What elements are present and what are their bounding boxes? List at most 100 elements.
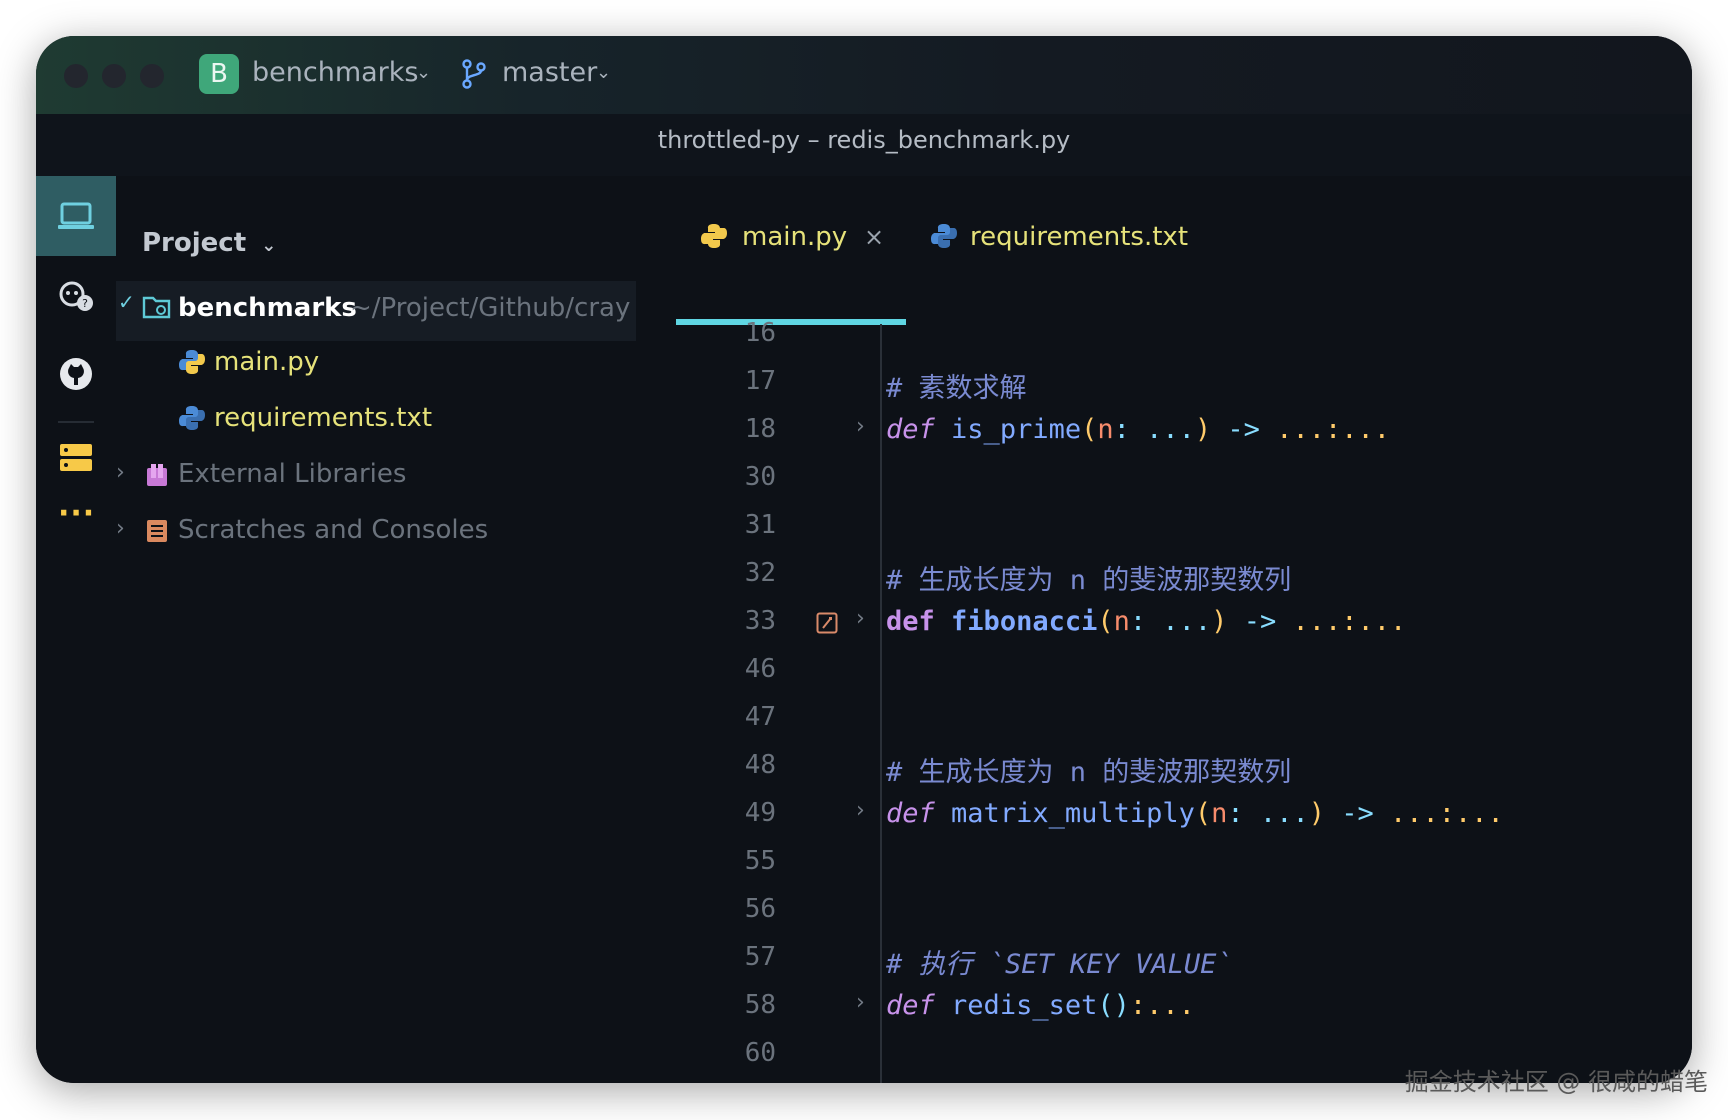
requirements-file-icon <box>179 406 205 430</box>
code-function-name: is_prime <box>951 414 1082 445</box>
line-number: 32 <box>744 558 776 588</box>
tree-item-label: Scratches and Consoles <box>178 515 489 545</box>
chevron-right-icon[interactable]: › <box>116 460 125 485</box>
python-icon <box>179 350 205 374</box>
line-number: 57 <box>744 942 776 972</box>
code-line-17[interactable]: # 素数求解 <box>886 366 1027 405</box>
line-number: 16 <box>744 318 776 348</box>
chevron-down-icon: ⌄ <box>261 235 277 256</box>
code-keyword: def <box>886 990 935 1021</box>
code-ellipsis: :... <box>1129 990 1195 1021</box>
project-badge[interactable]: B <box>199 54 239 94</box>
chevron-down-icon[interactable]: ⌄ <box>416 62 431 83</box>
fold-expand-icon[interactable]: › <box>856 798 865 823</box>
code-comment: # 生成长度为 n 的斐波那契数列 <box>886 565 1292 596</box>
python-icon <box>701 224 727 248</box>
code-line-57[interactable]: # 执行 `SET KEY VALUE` <box>886 942 1233 981</box>
tree-item-main-py[interactable]: main.py <box>176 336 616 392</box>
project-view-button[interactable] <box>36 176 116 256</box>
branch-switcher[interactable]: master <box>502 56 597 90</box>
folder-icon <box>142 296 171 319</box>
activity-bar: ? ··· <box>36 176 116 1083</box>
code-line-49[interactable]: def matrix_multiply(n: ...) -> ...:... <box>886 798 1504 829</box>
line-number: 55 <box>744 846 776 876</box>
code-ellipsis: ...:... <box>1276 414 1390 445</box>
requirements-file-icon <box>931 224 957 248</box>
laptop-icon <box>58 202 94 229</box>
code-arrow: -> <box>1211 414 1277 445</box>
chevron-right-icon[interactable]: › <box>116 516 125 541</box>
code-comment: # 执行 `SET KEY VALUE` <box>886 949 1233 980</box>
code-line-48[interactable]: # 生成长度为 n 的斐波那契数列 <box>886 750 1291 789</box>
chevron-down-icon[interactable]: ⌄ <box>596 62 611 83</box>
panel-title-label: Project <box>142 228 247 258</box>
code-comment: # 生成长度为 n 的斐波那契数列 <box>886 757 1292 788</box>
code-arrow: -> <box>1324 798 1390 829</box>
code-param: n <box>1097 414 1114 445</box>
gutter-separator <box>880 324 882 1083</box>
close-tab-icon[interactable]: × <box>864 220 884 254</box>
line-number: 18 <box>744 414 776 444</box>
line-number: 30 <box>744 462 776 492</box>
code-line-58[interactable]: def redis_set():... <box>886 990 1195 1021</box>
tab-label: main.py <box>742 222 848 252</box>
activity-divider <box>58 421 94 423</box>
code-function-name: fibonacci <box>951 606 1098 637</box>
fold-expand-icon[interactable]: › <box>856 414 865 439</box>
tree-item-external-libraries[interactable]: › External Libraries <box>116 448 616 504</box>
ide-window: B benchmarks ⌄ master ⌄ throttled-py – r… <box>36 36 1692 1083</box>
code-param: n <box>1211 798 1228 829</box>
code-editor: main.py × requirements.txt 16 17 18 30 3… <box>676 176 1692 1083</box>
line-number: 49 <box>744 798 776 828</box>
git-branch-icon <box>462 59 486 89</box>
project-switcher[interactable]: benchmarks <box>252 56 418 90</box>
code-function-name: redis_set <box>951 990 1098 1021</box>
code-punct: : ... <box>1227 798 1309 829</box>
line-number: 33 <box>744 606 776 636</box>
line-number: 47 <box>744 702 776 732</box>
panel-title[interactable]: Project ⌄ <box>142 228 276 258</box>
active-tab-indicator <box>676 319 906 325</box>
bookmark-icon[interactable] <box>816 612 838 634</box>
tab-requirements[interactable]: requirements.txt <box>906 206 1206 324</box>
code-function-name: matrix_multiply <box>951 798 1195 829</box>
more-icon[interactable]: ··· <box>58 496 95 531</box>
code-keyword: def <box>886 798 935 829</box>
code-line-18[interactable]: def is_prime(n: ...) -> ...:... <box>886 414 1390 445</box>
tree-item-label: main.py <box>214 347 320 377</box>
tree-root-path: ~/Project/Github/cray <box>350 293 631 323</box>
tab-main-py[interactable]: main.py × <box>676 206 906 324</box>
line-number: 31 <box>744 510 776 540</box>
minimize-window-button[interactable] <box>102 64 126 88</box>
line-number: 17 <box>744 366 776 396</box>
expanded-check-icon[interactable]: ✓ <box>118 290 135 314</box>
tree-item-scratches[interactable]: › Scratches and Consoles <box>116 504 616 560</box>
scratches-icon <box>147 520 167 542</box>
code-keyword: def <box>886 414 935 445</box>
code-comment: # 素数求解 <box>886 373 1027 404</box>
fold-expand-icon[interactable]: › <box>856 990 865 1015</box>
code-arrow: -> <box>1227 606 1293 637</box>
window-subtitle-bar: throttled-py – redis_benchmark.py <box>36 114 1692 176</box>
fold-expand-icon[interactable]: › <box>856 606 865 631</box>
code-ellipsis: ...:... <box>1390 798 1504 829</box>
window-subtitle: throttled-py – redis_benchmark.py <box>657 126 1071 154</box>
code-punct: : ... <box>1113 414 1195 445</box>
code-line-33[interactable]: def fibonacci(n: ...) -> ...:... <box>886 606 1406 637</box>
line-number: 58 <box>744 990 776 1020</box>
tree-item-label: requirements.txt <box>214 403 433 433</box>
code-keyword: def <box>886 606 935 637</box>
database-icon[interactable] <box>56 438 96 478</box>
title-bar: B benchmarks ⌄ master ⌄ <box>36 36 1692 114</box>
tree-item-label: External Libraries <box>178 459 407 489</box>
maximize-window-button[interactable] <box>140 64 164 88</box>
github-icon[interactable] <box>56 354 96 394</box>
tree-root-name: benchmarks <box>178 293 357 323</box>
code-line-32[interactable]: # 生成长度为 n 的斐波那契数列 <box>886 558 1291 597</box>
close-window-button[interactable] <box>64 64 88 88</box>
tab-label: requirements.txt <box>970 222 1189 252</box>
code-param: n <box>1113 606 1130 637</box>
project-panel: Project ⌄ ✓ benchmarks ~/Project/Github/… <box>116 176 676 1083</box>
tree-item-requirements[interactable]: requirements.txt <box>176 392 616 448</box>
copilot-icon[interactable]: ? <box>56 276 96 316</box>
